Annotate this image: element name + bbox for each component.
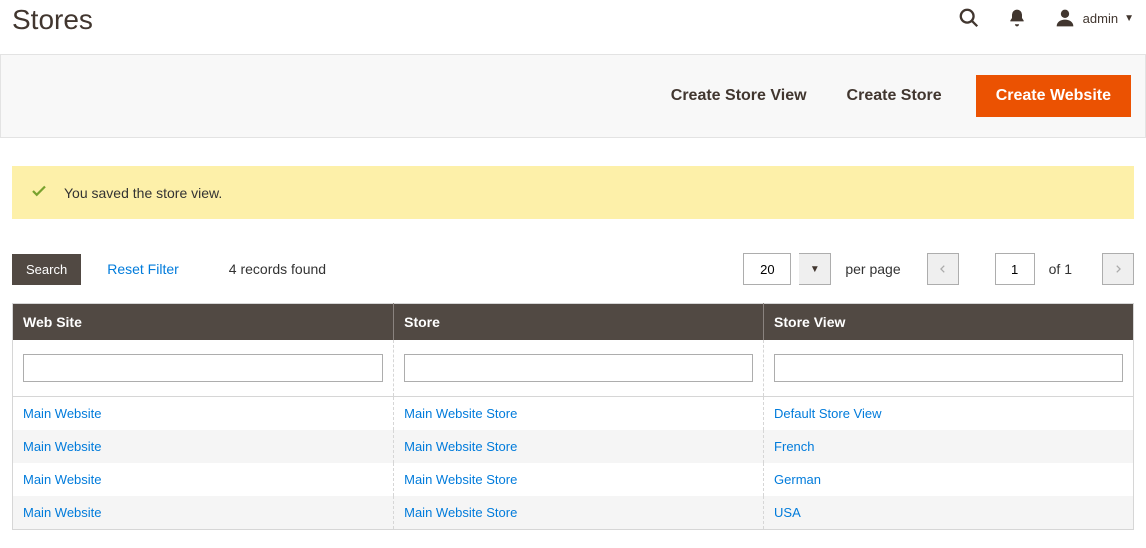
chevron-down-icon: ▼ xyxy=(1124,13,1134,24)
next-page-button[interactable] xyxy=(1102,253,1134,285)
success-message-text: You saved the store view. xyxy=(64,185,222,201)
per-page-label: per page xyxy=(845,261,900,277)
records-found: 4 records found xyxy=(229,261,326,277)
store-view-link[interactable]: Default Store View xyxy=(774,406,881,421)
filter-store-input[interactable] xyxy=(404,354,753,382)
admin-account-menu[interactable]: admin ▼ xyxy=(1053,6,1134,30)
checkmark-icon xyxy=(30,182,48,203)
column-header-store-view[interactable]: Store View xyxy=(764,304,1134,341)
filter-row xyxy=(13,340,1134,397)
create-website-button[interactable]: Create Website xyxy=(976,75,1131,117)
create-store-view-button[interactable]: Create Store View xyxy=(665,75,813,117)
website-link[interactable]: Main Website xyxy=(23,472,102,487)
website-link[interactable]: Main Website xyxy=(23,439,102,454)
prev-page-button[interactable] xyxy=(927,253,959,285)
store-view-link[interactable]: USA xyxy=(774,505,801,520)
admin-user-label: admin xyxy=(1083,11,1118,26)
store-view-link[interactable]: French xyxy=(774,439,814,454)
search-button[interactable]: Search xyxy=(12,254,81,285)
store-link[interactable]: Main Website Store xyxy=(404,505,517,520)
website-link[interactable]: Main Website xyxy=(23,406,102,421)
per-page-toggle[interactable]: ▼ xyxy=(799,253,831,285)
header-tools: admin ▼ xyxy=(957,4,1134,30)
grid-controls: Search Reset Filter 4 records found ▼ pe… xyxy=(12,253,1134,285)
store-link[interactable]: Main Website Store xyxy=(404,406,517,421)
column-header-store[interactable]: Store xyxy=(394,304,764,341)
user-icon xyxy=(1053,6,1077,30)
success-message: You saved the store view. xyxy=(12,166,1134,219)
table-row: Main Website Main Website Store Default … xyxy=(13,397,1134,431)
column-header-website[interactable]: Web Site xyxy=(13,304,394,341)
page-of-label: of 1 xyxy=(1049,261,1072,277)
per-page-input[interactable] xyxy=(743,253,791,285)
create-store-button[interactable]: Create Store xyxy=(841,75,948,117)
table-row: Main Website Main Website Store USA xyxy=(13,496,1134,530)
stores-grid: Web Site Store Store View Main Website M… xyxy=(12,303,1134,530)
page-title: Stores xyxy=(12,4,93,36)
bell-icon[interactable] xyxy=(1005,6,1029,30)
current-page-input[interactable] xyxy=(995,253,1035,285)
filter-store-view-input[interactable] xyxy=(774,354,1123,382)
store-link[interactable]: Main Website Store xyxy=(404,439,517,454)
reset-filter-link[interactable]: Reset Filter xyxy=(101,260,185,278)
website-link[interactable]: Main Website xyxy=(23,505,102,520)
caret-down-icon: ▼ xyxy=(810,264,820,275)
store-view-link[interactable]: German xyxy=(774,472,821,487)
table-row: Main Website Main Website Store French xyxy=(13,430,1134,463)
page-actions: Create Store View Create Store Create We… xyxy=(0,54,1146,138)
search-icon[interactable] xyxy=(957,6,981,30)
table-row: Main Website Main Website Store German xyxy=(13,463,1134,496)
filter-website-input[interactable] xyxy=(23,354,383,382)
store-link[interactable]: Main Website Store xyxy=(404,472,517,487)
